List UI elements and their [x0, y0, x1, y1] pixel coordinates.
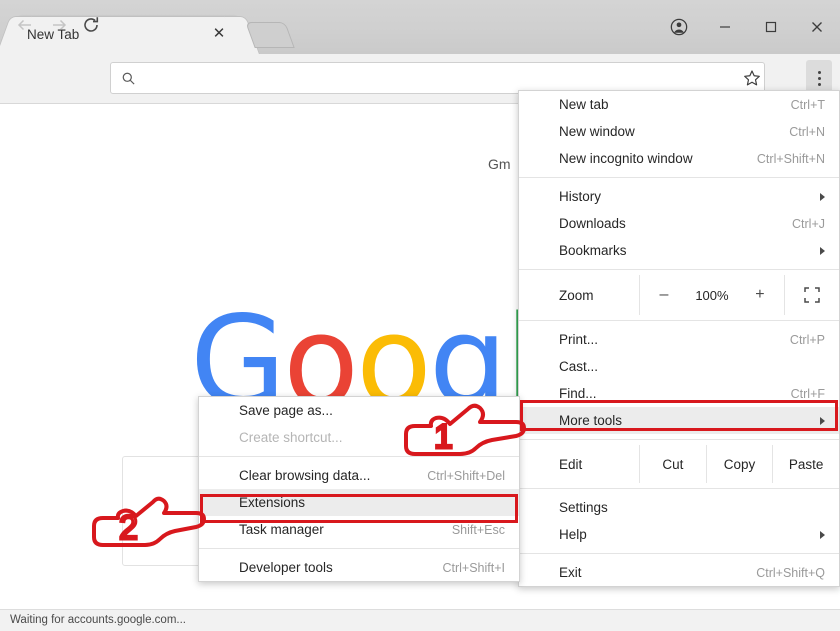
menu-item-label: Task manager — [239, 522, 324, 537]
menu-item-label: Create shortcut... — [239, 430, 343, 445]
cut-button[interactable]: Cut — [640, 445, 706, 483]
menu-item-shortcut: Ctrl+N — [789, 124, 825, 139]
submenu-item-save-page-as[interactable]: Save page as... — [199, 397, 519, 424]
menu-item-new-tab[interactable]: New tab Ctrl+T — [519, 91, 839, 118]
menu-item-label: Downloads — [559, 216, 626, 231]
menu-item-label: Settings — [559, 500, 608, 515]
menu-item-shortcut: Ctrl+P — [789, 332, 825, 347]
menu-item-more-tools[interactable]: More tools — [519, 407, 839, 434]
menu-separator — [519, 553, 839, 554]
status-bar: Waiting for accounts.google.com... — [0, 609, 840, 631]
menu-item-label: Save page as... — [239, 403, 333, 418]
zoom-label: Zoom — [559, 287, 594, 303]
menu-separator — [199, 548, 519, 549]
menu-item-label: Find... — [559, 386, 597, 401]
close-icon[interactable] — [794, 0, 840, 54]
zoom-level-value: 100% — [695, 287, 729, 303]
account-circle-icon[interactable] — [656, 0, 702, 54]
menu-item-shortcut: Shift+Esc — [451, 522, 505, 537]
edit-label: Edit — [559, 456, 583, 472]
window-controls — [656, 0, 840, 54]
gmail-link[interactable]: Gm — [488, 156, 511, 172]
star-icon[interactable] — [738, 64, 766, 92]
menu-item-label: Help — [559, 527, 587, 542]
menu-separator — [519, 320, 839, 321]
search-icon — [121, 71, 136, 86]
submenu-item-developer-tools[interactable]: Developer tools Ctrl+Shift+I — [199, 554, 519, 581]
menu-item-label: Clear browsing data... — [239, 468, 371, 483]
chevron-right-icon — [820, 530, 825, 539]
chevron-right-icon — [820, 246, 825, 255]
zoom-controls: – 100% + — [640, 286, 784, 304]
menu-item-shortcut: Ctrl+Shift+Del — [427, 468, 505, 483]
maximize-icon[interactable] — [748, 0, 794, 54]
menu-item-new-incognito-window[interactable]: New incognito window Ctrl+Shift+N — [519, 145, 839, 172]
menu-item-bookmarks[interactable]: Bookmarks — [519, 237, 839, 264]
fullscreen-icon[interactable] — [785, 286, 839, 304]
menu-item-shortcut: Ctrl+Shift+N — [756, 151, 825, 166]
menu-item-label: History — [559, 189, 602, 204]
menu-item-label: Print... — [559, 332, 599, 347]
chevron-right-icon — [820, 416, 825, 425]
edit-row: Edit Cut Copy Paste — [519, 445, 839, 483]
back-arrow-icon[interactable] — [12, 12, 38, 38]
menu-item-shortcut: Ctrl+J — [792, 216, 825, 231]
menu-separator — [199, 456, 519, 457]
chevron-right-icon — [820, 192, 825, 201]
address-bar-input[interactable] — [146, 64, 764, 92]
menu-item-shortcut: Ctrl+F — [790, 386, 825, 401]
menu-item-new-window[interactable]: New window Ctrl+N — [519, 118, 839, 145]
submenu-item-extensions[interactable]: Extensions — [199, 489, 519, 516]
menu-item-label: New window — [559, 124, 635, 139]
menu-item-downloads[interactable]: Downloads Ctrl+J — [519, 210, 839, 237]
minimize-icon[interactable] — [702, 0, 748, 54]
menu-item-label: Extensions — [239, 495, 306, 510]
menu-item-label: New tab — [559, 97, 609, 112]
menu-item-shortcut: Ctrl+T — [790, 97, 825, 112]
menu-item-find[interactable]: Find... Ctrl+F — [519, 380, 839, 407]
menu-separator — [519, 269, 839, 270]
menu-item-history[interactable]: History — [519, 183, 839, 210]
menu-item-label: Bookmarks — [559, 243, 627, 258]
submenu-item-clear-browsing-data[interactable]: Clear browsing data... Ctrl+Shift+Del — [199, 462, 519, 489]
menu-item-label: Developer tools — [239, 560, 333, 575]
zoom-row: Zoom – 100% + — [519, 275, 839, 315]
copy-button[interactable]: Copy — [707, 445, 773, 483]
menu-separator — [519, 488, 839, 489]
paste-button[interactable]: Paste — [773, 445, 839, 483]
menu-item-label: New incognito window — [559, 151, 693, 166]
menu-item-settings[interactable]: Settings — [519, 494, 839, 521]
forward-arrow-icon[interactable] — [46, 12, 72, 38]
browser-window: New Tab ✕ Gm Goog New tab Ctrl+T New win… — [0, 0, 840, 631]
zoom-out-button[interactable]: – — [653, 286, 675, 304]
menu-item-label: More tools — [559, 413, 623, 428]
more-tools-submenu: Save page as... Create shortcut... Clear… — [198, 396, 520, 582]
chrome-main-menu: New tab Ctrl+T New window Ctrl+N New inc… — [518, 90, 840, 587]
menu-separator — [519, 177, 839, 178]
reload-icon[interactable] — [78, 12, 104, 38]
zoom-in-button[interactable]: + — [749, 286, 771, 304]
menu-item-help[interactable]: Help — [519, 521, 839, 548]
menu-item-cast[interactable]: Cast... — [519, 353, 839, 380]
new-tab-icon[interactable] — [245, 22, 295, 48]
menu-item-shortcut: Ctrl+Shift+Q — [756, 565, 825, 580]
menu-separator — [519, 439, 839, 440]
menu-item-exit[interactable]: Exit Ctrl+Shift+Q — [519, 559, 839, 586]
submenu-item-task-manager[interactable]: Task manager Shift+Esc — [199, 516, 519, 543]
menu-item-label: Exit — [559, 565, 582, 580]
submenu-item-create-shortcut: Create shortcut... — [199, 424, 519, 451]
menu-item-print[interactable]: Print... Ctrl+P — [519, 326, 839, 353]
menu-item-shortcut: Ctrl+Shift+I — [442, 560, 505, 575]
close-icon[interactable]: ✕ — [211, 26, 227, 42]
menu-item-label: Cast... — [559, 359, 599, 374]
tab-strip: New Tab ✕ — [0, 0, 840, 54]
